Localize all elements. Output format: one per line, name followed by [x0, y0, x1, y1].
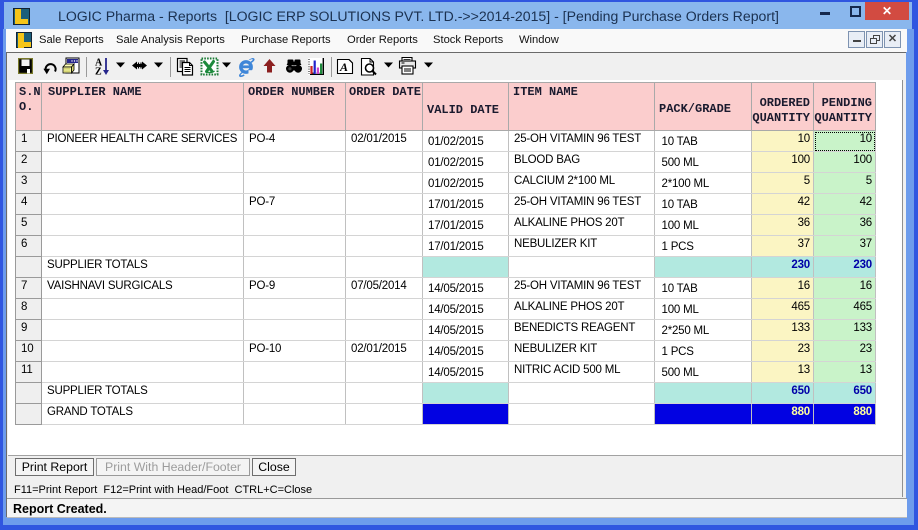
svg-text:A: A — [339, 60, 348, 74]
svg-text:Z: Z — [95, 67, 102, 78]
